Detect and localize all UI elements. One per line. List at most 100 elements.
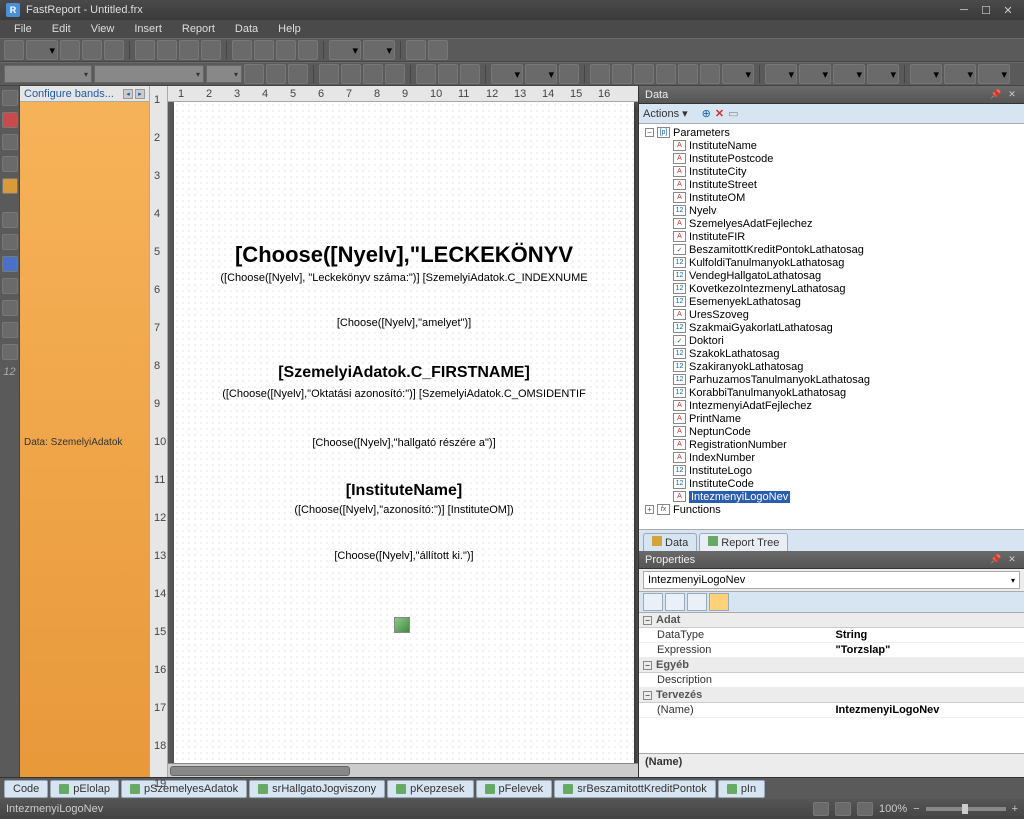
prop-events-button[interactable] — [709, 593, 729, 611]
bold-button[interactable] — [244, 64, 264, 84]
redo-button[interactable]: ▾ — [363, 40, 395, 60]
page-tab-pSzemelyesAdatok[interactable]: pSzemelyesAdatok — [121, 780, 247, 798]
view-icon[interactable]: ▭ — [728, 107, 738, 120]
band-tool-icon[interactable] — [2, 156, 18, 172]
configure-bands-link[interactable]: Configure bands... — [24, 88, 114, 100]
maximize-button[interactable]: ☐ — [976, 3, 996, 17]
barcode-tool-icon[interactable] — [2, 278, 18, 294]
chart-tool-icon[interactable] — [2, 256, 18, 272]
ungroup-button[interactable] — [428, 40, 448, 60]
style-combo[interactable] — [4, 65, 92, 83]
zoom-out-icon[interactable]: − — [913, 803, 919, 815]
checkbox-tool-icon[interactable] — [2, 300, 18, 316]
param-InstituteCode[interactable]: 12InstituteCode — [639, 477, 1024, 490]
param-InstituteName[interactable]: AInstituteName — [639, 139, 1024, 152]
table-tool-icon[interactable] — [2, 212, 18, 228]
view-mode-3-icon[interactable] — [857, 802, 873, 816]
prop-row-(Name)[interactable]: (Name)IntezmenyiLogoNev — [639, 703, 1024, 718]
horizontal-scrollbar[interactable] — [168, 763, 638, 777]
open-button[interactable]: ▾ — [26, 40, 58, 60]
param-IndexNumber[interactable]: AIndexNumber — [639, 451, 1024, 464]
alignleft-button[interactable] — [319, 64, 339, 84]
param-InstituteFIR[interactable]: AInstituteFIR — [639, 230, 1024, 243]
band-label-data[interactable]: Data: SzemelyiAdatok — [24, 437, 122, 448]
fontsize-combo[interactable] — [206, 65, 242, 83]
close-pane-icon[interactable]: ✕ — [1006, 89, 1018, 101]
design-canvas[interactable]: [Choose([Nyelv],"LECKEKÖNYV ([Choose([Ny… — [168, 102, 638, 763]
menu-view[interactable]: View — [81, 21, 125, 37]
param-ParhuzamosTanulmanyokLathatosag[interactable]: 12ParhuzamosTanulmanyokLathatosag — [639, 373, 1024, 386]
view-mode-1-icon[interactable] — [813, 802, 829, 816]
param-KorabbiTanulmanyokLathatosag[interactable]: 12KorabbiTanulmanyokLathatosag — [639, 386, 1024, 399]
page-tab-Code[interactable]: Code — [4, 780, 48, 798]
tab-reporttree[interactable]: Report Tree — [699, 533, 788, 551]
select-tool-icon[interactable] — [2, 90, 18, 106]
data-tree[interactable]: −[p]ParametersAInstituteNameAInstitutePo… — [639, 124, 1024, 529]
text-tool-icon[interactable] — [2, 112, 18, 128]
tree-root-parameters[interactable]: −[p]Parameters — [639, 126, 1024, 139]
page-tab-pIn[interactable]: pIn — [718, 780, 765, 798]
close-button[interactable]: ✕ — [998, 3, 1018, 17]
param-Doktori[interactable]: ✓Doktori — [639, 334, 1024, 347]
property-grid[interactable]: −AdatDataTypeStringExpression"Torzslap"−… — [639, 613, 1024, 753]
borderprops-button[interactable]: ▾ — [722, 64, 754, 84]
page-tab-srHallgatoJogviszony[interactable]: srHallgatoJogviszony — [249, 780, 385, 798]
prop-row-DataType[interactable]: DataTypeString — [639, 628, 1024, 643]
text-firstname[interactable]: [SzemelyiAdatok.C_FIRSTNAME] — [174, 364, 634, 382]
picture-placeholder[interactable] — [394, 617, 410, 633]
aligncenter-button[interactable] — [341, 64, 361, 84]
param-UresSzoveg[interactable]: AUresSzoveg — [639, 308, 1024, 321]
param-KulfoldiTanulmanyokLathatosag[interactable]: 12KulfoldiTanulmanyokLathatosag — [639, 256, 1024, 269]
borderbottom-button[interactable] — [612, 64, 632, 84]
textrotate-button[interactable] — [559, 64, 579, 84]
param-SzakokLathatosag[interactable]: 12SzakokLathatosag — [639, 347, 1024, 360]
param-VendegHallgatoLathatosag[interactable]: 12VendegHallgatoLathatosag — [639, 269, 1024, 282]
add-datasource-icon[interactable]: ⊕ — [702, 107, 711, 120]
prop-cat-button[interactable] — [643, 593, 663, 611]
prop-row-Expression[interactable]: Expression"Torzslap" — [639, 643, 1024, 658]
copy-button[interactable] — [254, 40, 274, 60]
sizeobj-button[interactable]: ▾ — [944, 64, 976, 84]
borderright-button[interactable] — [656, 64, 676, 84]
view-mode-2-icon[interactable] — [835, 802, 851, 816]
page-tab-pElolap[interactable]: pElolap — [50, 780, 119, 798]
bordernone-button[interactable] — [700, 64, 720, 84]
cellular-tool-icon[interactable] — [2, 322, 18, 338]
param-PrintName[interactable]: APrintName — [639, 412, 1024, 425]
text-title[interactable]: [Choose([Nyelv],"LECKEKÖNYV — [174, 242, 634, 268]
param-Nyelv[interactable]: 12Nyelv — [639, 204, 1024, 217]
report-page[interactable]: [Choose([Nyelv],"LECKEKÖNYV ([Choose([Ny… — [174, 102, 634, 763]
text-allitott[interactable]: [Choose([Nyelv],"állított ki.")] — [174, 550, 634, 562]
actions-dropdown[interactable]: Actions ▾ — [643, 107, 688, 120]
zoom-in-icon[interactable]: + — [1012, 803, 1018, 815]
properties-close-icon[interactable]: ✕ — [1006, 554, 1018, 566]
page-tab-pFelevek[interactable]: pFelevek — [476, 780, 553, 798]
cut-button[interactable] — [232, 40, 252, 60]
italic-button[interactable] — [266, 64, 286, 84]
save-button[interactable] — [60, 40, 80, 60]
tree-root-functions[interactable]: +fxFunctions — [639, 503, 1024, 516]
alignobj-button[interactable]: ▾ — [910, 64, 942, 84]
text-title-sub[interactable]: ([Choose([Nyelv], "Leckekönyv száma:")] … — [174, 272, 634, 284]
picture-tool-icon[interactable] — [2, 134, 18, 150]
param-NeptunCode[interactable]: ANeptunCode — [639, 425, 1024, 438]
page-tab-srBeszamitottKreditPontok[interactable]: srBeszamitottKreditPontok — [554, 780, 716, 798]
formatpainter-button[interactable] — [298, 40, 318, 60]
param-SzemelyesAdatFejlechez[interactable]: ASzemelyesAdatFejlechez — [639, 217, 1024, 230]
tab-data[interactable]: Data — [643, 533, 697, 551]
param-IntezmenyiAdatFejlechez[interactable]: AIntezmenyiAdatFejlechez — [639, 399, 1024, 412]
new-button[interactable] — [4, 40, 24, 60]
menu-file[interactable]: File — [4, 21, 42, 37]
paste-button[interactable] — [276, 40, 296, 60]
param-InstituteLogo[interactable]: 12InstituteLogo — [639, 464, 1024, 477]
param-InstituteStreet[interactable]: AInstituteStreet — [639, 178, 1024, 191]
menu-insert[interactable]: Insert — [124, 21, 172, 37]
aligntop-button[interactable] — [416, 64, 436, 84]
alignbottom-button[interactable] — [460, 64, 480, 84]
menu-data[interactable]: Data — [225, 21, 268, 37]
borderleft-button[interactable] — [634, 64, 654, 84]
param-BeszamitottKreditPontokLathatosag[interactable]: ✓BeszamitottKreditPontokLathatosag — [639, 243, 1024, 256]
preview-button[interactable] — [104, 40, 124, 60]
text-amelyet[interactable]: [Choose([Nyelv],"amelyet")] — [174, 317, 634, 329]
saveall-button[interactable] — [82, 40, 102, 60]
